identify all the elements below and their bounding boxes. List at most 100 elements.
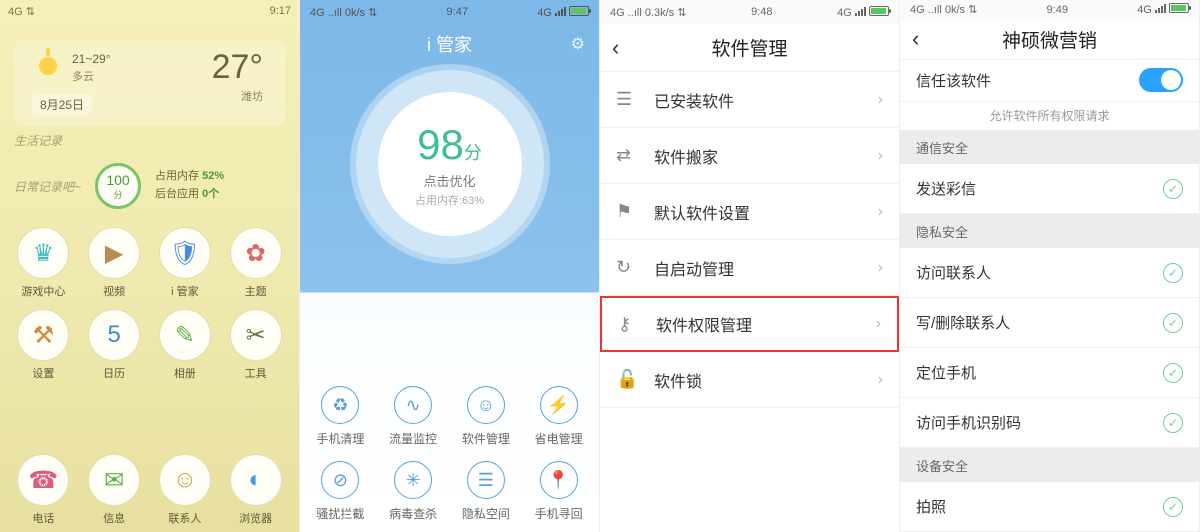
- app-视频[interactable]: ▶ 视频: [79, 227, 150, 299]
- tool-流量监控[interactable]: ∿ 流量监控: [377, 386, 450, 447]
- health-score-badge[interactable]: 100 分: [95, 163, 141, 209]
- dock-信息[interactable]: ✉ 信息: [79, 454, 150, 526]
- list-item-软件锁[interactable]: 🔓 软件锁 ›: [600, 352, 899, 408]
- app-日历[interactable]: 5 日历: [79, 309, 150, 381]
- perm-label: 访问联系人: [916, 262, 1151, 283]
- tool-label: 流量监控: [389, 430, 437, 447]
- check-icon[interactable]: ✓: [1163, 413, 1183, 433]
- tool-label: 病毒查杀: [389, 505, 437, 522]
- app-设置[interactable]: ⚒ 设置: [8, 309, 79, 381]
- tool-骚扰拦截[interactable]: ⊘ 骚扰拦截: [304, 461, 377, 522]
- weather-widget[interactable]: 21~29° 多云 27° 潍坊 8月25日: [14, 40, 285, 126]
- perm-row-定位手机[interactable]: 定位手机 ✓: [900, 348, 1199, 398]
- list-item-软件权限管理[interactable]: ⚷ 软件权限管理 ›: [600, 296, 899, 352]
- app-label: 主题: [245, 283, 267, 299]
- perm-label: 写/删除联系人: [916, 312, 1151, 333]
- list-label: 软件搬家: [654, 144, 862, 168]
- dock-icon: ☺: [159, 454, 211, 506]
- list-item-默认软件设置[interactable]: ⚑ 默认软件设置 ›: [600, 184, 899, 240]
- tool-icon: ⚡: [540, 386, 578, 424]
- tool-软件管理[interactable]: ☺ 软件管理: [450, 386, 523, 447]
- app-grid: ♛ 游戏中心▶ 视频🛡 i 管家✿ 主题⚒ 设置5 日历✎ 相册✂ 工具: [0, 219, 299, 381]
- app-相册[interactable]: ✎ 相册: [150, 309, 221, 381]
- app-icon: ✿: [230, 227, 282, 279]
- dock-label: 联系人: [168, 510, 201, 526]
- list-item-软件搬家[interactable]: ⇄ 软件搬家 ›: [600, 128, 899, 184]
- dock-浏览器[interactable]: ◐ 浏览器: [220, 454, 291, 526]
- app-游戏中心[interactable]: ♛ 游戏中心: [8, 227, 79, 299]
- memory-widget[interactable]: 日常记录吧~ 100 分 占用内存 52% 后台应用 0个: [14, 163, 285, 209]
- dock-电话[interactable]: ☎ 电话: [8, 454, 79, 526]
- perm-row-发送彩信[interactable]: 发送彩信 ✓: [900, 164, 1199, 214]
- tool-icon: ✳: [394, 461, 432, 499]
- trust-toggle[interactable]: [1139, 68, 1183, 92]
- list-label: 自启动管理: [654, 256, 862, 280]
- status-right: 4G: [837, 6, 889, 19]
- tool-label: 骚扰拦截: [316, 505, 364, 522]
- dock-联系人[interactable]: ☺ 联系人: [150, 454, 221, 526]
- note-line1: 生活记录: [14, 132, 299, 149]
- app-label: 日历: [103, 365, 125, 381]
- optimize-mem: 占用内存:63%: [415, 192, 484, 208]
- app-主题[interactable]: ✿ 主题: [220, 227, 291, 299]
- back-button[interactable]: ‹: [912, 26, 919, 52]
- status-time: 9:49: [1047, 4, 1068, 16]
- perm-row-访问手机识别码[interactable]: 访问手机识别码 ✓: [900, 398, 1199, 448]
- app-label: 相册: [174, 365, 196, 381]
- check-icon[interactable]: ✓: [1163, 313, 1183, 333]
- check-icon[interactable]: ✓: [1163, 263, 1183, 283]
- perm-row-拍照[interactable]: 拍照 ✓: [900, 482, 1199, 532]
- page-title: 软件管理: [711, 34, 787, 61]
- check-icon[interactable]: ✓: [1163, 179, 1183, 199]
- list-icon: ☰: [616, 89, 638, 110]
- tool-label: 手机清理: [316, 430, 364, 447]
- tool-icon: ∿: [394, 386, 432, 424]
- status-time: 9:17: [270, 5, 291, 17]
- list-item-已安装软件[interactable]: ☰ 已安装软件 ›: [600, 72, 899, 128]
- status-time: 9:48: [751, 6, 772, 18]
- weather-city: 潍坊: [241, 88, 263, 104]
- app-icon: ▶: [88, 227, 140, 279]
- perm-label: 拍照: [916, 496, 1151, 517]
- tool-病毒查杀[interactable]: ✳ 病毒查杀: [377, 461, 450, 522]
- list-item-自启动管理[interactable]: ↻ 自启动管理 ›: [600, 240, 899, 296]
- tool-label: 软件管理: [462, 430, 510, 447]
- chevron-right-icon: ›: [878, 203, 883, 221]
- chevron-right-icon: ›: [878, 259, 883, 277]
- status-signal: 4G ..ıll 0k/s ⇅: [310, 6, 377, 19]
- status-signal: 4G ..ıll 0k/s ⇅: [910, 3, 977, 16]
- tool-手机清理[interactable]: ♻ 手机清理: [304, 386, 377, 447]
- chevron-right-icon: ›: [876, 315, 881, 333]
- tool-隐私空间[interactable]: ☰ 隐私空间: [450, 461, 523, 522]
- app-label: 视频: [103, 283, 125, 299]
- memory-text: 占用内存 52% 后台应用 0个: [155, 168, 224, 203]
- dock-icon: ◐: [230, 454, 282, 506]
- chevron-right-icon: ›: [878, 371, 883, 389]
- tool-省电管理[interactable]: ⚡ 省电管理: [522, 386, 595, 447]
- chevron-right-icon: ›: [878, 147, 883, 165]
- app-i 管家[interactable]: 🛡 i 管家: [150, 227, 221, 299]
- optimize-ring[interactable]: 98分 点击优化 占用内存:63%: [356, 70, 544, 258]
- health-score-unit: 分: [114, 188, 123, 201]
- app-icon: ✂: [230, 309, 282, 361]
- chevron-right-icon: ›: [878, 91, 883, 109]
- permissions-body: 通信安全发送彩信 ✓隐私安全访问联系人 ✓写/删除联系人 ✓定位手机 ✓访问手机…: [900, 130, 1199, 532]
- dock-label: 电话: [32, 510, 54, 526]
- sun-icon: [32, 50, 64, 82]
- back-button[interactable]: ‹: [612, 35, 619, 61]
- app-icon: 🛡: [159, 227, 211, 279]
- perm-row-写/删除联系人[interactable]: 写/删除联系人 ✓: [900, 298, 1199, 348]
- check-icon[interactable]: ✓: [1163, 497, 1183, 517]
- section-header: 隐私安全: [900, 214, 1199, 248]
- perm-row-访问联系人[interactable]: 访问联系人 ✓: [900, 248, 1199, 298]
- app-工具[interactable]: ✂ 工具: [220, 309, 291, 381]
- settings-icon[interactable]: ⚙: [571, 34, 585, 54]
- tool-手机寻回[interactable]: 📍 手机寻回: [522, 461, 595, 522]
- status-signal: 4G ⇅: [8, 5, 35, 18]
- tool-icon: ♻: [321, 386, 359, 424]
- check-icon[interactable]: ✓: [1163, 363, 1183, 383]
- trust-row[interactable]: 信任该软件: [900, 60, 1199, 102]
- app-manage-screen: 4G ..ıll 0.3k/s ⇅ 9:48 4G ‹ 软件管理 ☰ 已安装软件…: [600, 0, 900, 532]
- app-label: 游戏中心: [21, 283, 65, 299]
- list-icon: ⚷: [618, 314, 640, 335]
